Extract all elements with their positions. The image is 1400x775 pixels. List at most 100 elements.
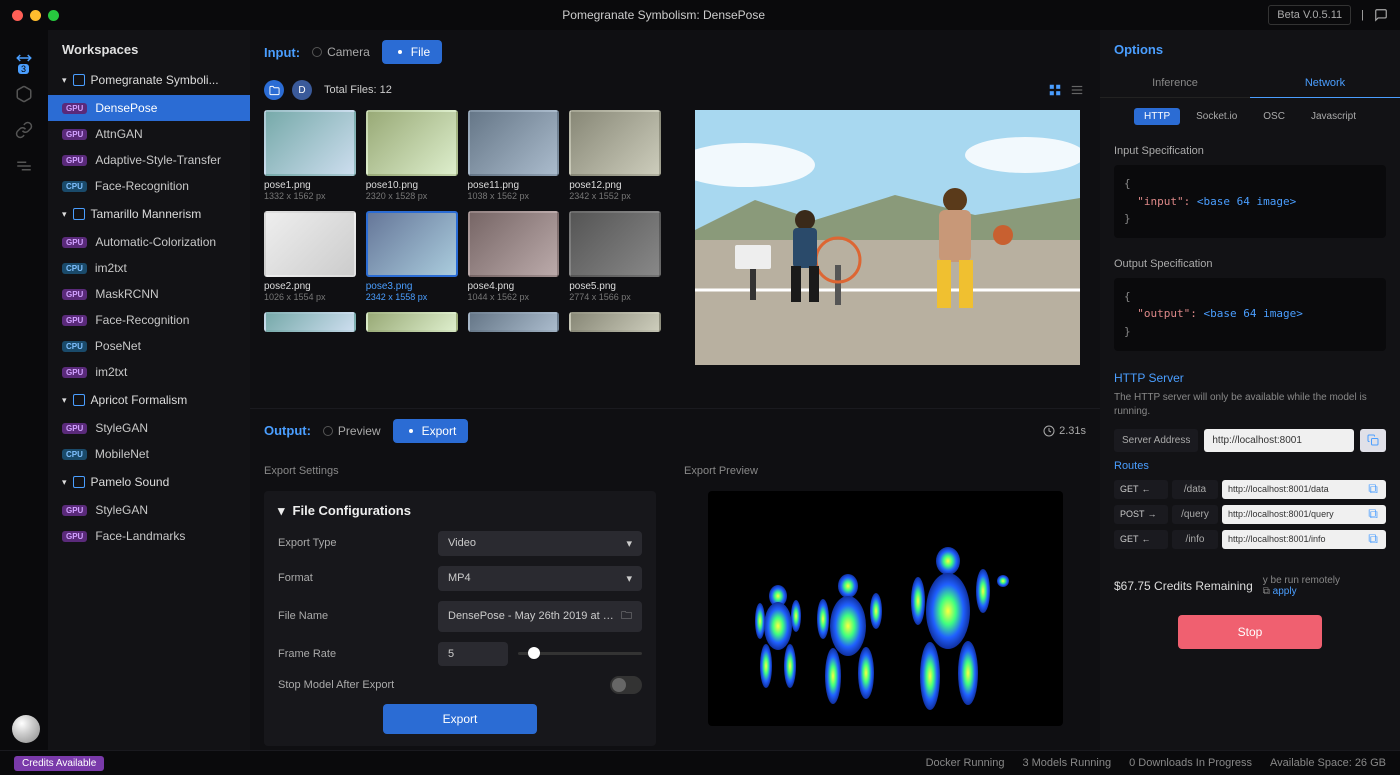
titlebar: Pomegranate Symbolism: DensePose Beta V.… — [0, 0, 1400, 30]
http-server-desc: The HTTP server will only be available w… — [1114, 391, 1386, 419]
workspace-icon — [73, 476, 85, 488]
model-row[interactable]: CPUim2txt — [48, 255, 250, 281]
file-item[interactable] — [366, 312, 458, 332]
file-name: pose10.png — [366, 180, 458, 191]
input-label: Input: — [264, 45, 300, 60]
copy-icon[interactable]: ⧉ — [1360, 481, 1386, 497]
file-item[interactable]: pose2.png1026 x 1554 px — [264, 211, 356, 302]
workspace-header[interactable]: ▾Pamelo Sound — [48, 467, 250, 497]
export-type-select[interactable]: Video▾ — [438, 531, 642, 556]
route-query-url[interactable] — [1222, 505, 1360, 523]
densepose-output — [708, 491, 1063, 726]
model-row[interactable]: GPUFace-Landmarks — [48, 523, 250, 549]
workspace-icon — [73, 208, 85, 220]
model-row[interactable]: CPUPoseNet — [48, 333, 250, 359]
export-button[interactable]: Export — [383, 704, 538, 734]
model-row[interactable]: GPUAttnGAN — [48, 121, 250, 147]
compute-badge: GPU — [62, 129, 87, 140]
model-row[interactable]: GPUAutomatic-Colorization — [48, 229, 250, 255]
input-file-option[interactable]: File — [382, 40, 442, 64]
route-data-url[interactable] — [1222, 480, 1360, 498]
version-button[interactable]: Beta V.0.5.11 — [1268, 5, 1351, 25]
format-select[interactable]: MP4▾ — [438, 566, 642, 591]
credits-pill[interactable]: Credits Available — [14, 756, 104, 771]
file-item[interactable] — [264, 312, 356, 332]
copy-icon[interactable]: ⧉ — [1360, 531, 1386, 547]
file-thumbnail — [264, 312, 356, 332]
minimize-window[interactable] — [30, 10, 41, 21]
model-row[interactable]: CPUMobileNet — [48, 441, 250, 467]
model-name: Face-Recognition — [95, 179, 189, 193]
export-settings-title: Export Settings — [264, 465, 656, 477]
model-row[interactable]: GPUDensePose — [48, 95, 250, 121]
nav-rail: 3 — [0, 30, 48, 750]
copy-icon[interactable]: ⧉ — [1360, 506, 1386, 522]
avatar[interactable] — [12, 715, 40, 743]
list-view-icon[interactable] — [1068, 81, 1086, 99]
file-dimensions: 2342 x 1552 px — [569, 191, 661, 201]
input-camera-option[interactable]: Camera — [312, 45, 370, 59]
model-name: Face-Recognition — [95, 313, 189, 327]
subtab-osc[interactable]: OSC — [1253, 108, 1295, 125]
stop-after-toggle[interactable] — [610, 676, 642, 694]
model-name: im2txt — [95, 261, 127, 275]
workspace-header[interactable]: ▾Pomegranate Symboli... — [48, 65, 250, 95]
filename-field[interactable]: DensePose - May 26th 2019 at …🗀 — [438, 601, 642, 632]
stop-button[interactable]: Stop — [1178, 615, 1323, 649]
file-item[interactable]: pose5.png2774 x 1566 px — [569, 211, 661, 302]
file-item[interactable]: pose10.png2320 x 1528 px — [366, 110, 458, 201]
chevron-down-icon: ▾ — [278, 503, 285, 519]
flow-icon[interactable] — [14, 156, 34, 176]
file-item[interactable]: pose3.png2342 x 1558 px — [366, 211, 458, 302]
compute-badge: GPU — [62, 505, 87, 516]
file-thumbnail — [264, 110, 356, 176]
file-item[interactable] — [468, 312, 560, 332]
file-config-header[interactable]: ▾File Configurations — [278, 503, 642, 519]
chat-icon[interactable] — [1374, 8, 1388, 22]
framerate-input[interactable] — [438, 642, 508, 666]
compute-badge: CPU — [62, 449, 87, 460]
input-spec-code: { "input": <base 64 image>} — [1114, 165, 1386, 238]
folder-icon[interactable] — [264, 80, 284, 100]
apply-link[interactable]: apply — [1273, 586, 1297, 597]
drive-icon[interactable]: D — [292, 80, 312, 100]
link-icon[interactable] — [14, 120, 34, 140]
file-item[interactable]: pose4.png1044 x 1562 px — [468, 211, 560, 302]
file-item[interactable]: pose12.png2342 x 1552 px — [569, 110, 661, 201]
model-row[interactable]: GPUAdaptive-Style-Transfer — [48, 147, 250, 173]
output-preview-option[interactable]: Preview — [323, 424, 381, 438]
total-files: Total Files: 12 — [324, 84, 392, 96]
cube-icon[interactable] — [14, 84, 34, 104]
model-row[interactable]: GPUMaskRCNN — [48, 281, 250, 307]
framerate-slider[interactable] — [518, 652, 642, 655]
export-preview-panel: Export Preview — [670, 453, 1100, 751]
maximize-window[interactable] — [48, 10, 59, 21]
file-thumbnail — [366, 312, 458, 332]
model-row[interactable]: CPUFace-Recognition — [48, 173, 250, 199]
route-info-url[interactable] — [1222, 530, 1360, 548]
model-row[interactable]: GPUim2txt — [48, 359, 250, 385]
server-address-input[interactable] — [1204, 429, 1354, 452]
tab-inference[interactable]: Inference — [1100, 69, 1250, 98]
close-window[interactable] — [12, 10, 23, 21]
tab-network[interactable]: Network — [1250, 69, 1400, 98]
subtab-socket[interactable]: Socket.io — [1186, 108, 1247, 125]
compute-badge: GPU — [62, 315, 87, 326]
copy-address-button[interactable] — [1360, 429, 1386, 452]
file-item[interactable] — [569, 312, 661, 332]
output-export-option[interactable]: Export — [393, 419, 469, 443]
file-item[interactable]: pose11.png1038 x 1562 px — [468, 110, 560, 201]
subtab-http[interactable]: HTTP — [1134, 108, 1180, 125]
workspace-header[interactable]: ▾Tamarillo Mannerism — [48, 199, 250, 229]
model-row[interactable]: GPUStyleGAN — [48, 497, 250, 523]
credits-remaining: $67.75 Credits Remaining — [1114, 579, 1253, 593]
model-row[interactable]: GPU Face-Recognition — [48, 307, 250, 333]
file-item[interactable]: pose1.png1332 x 1562 px — [264, 110, 356, 201]
workspace-header[interactable]: ▾Apricot Formalism — [48, 385, 250, 415]
subtab-js[interactable]: Javascript — [1301, 108, 1366, 125]
model-row[interactable]: GPUStyleGAN — [48, 415, 250, 441]
file-dimensions: 1332 x 1562 px — [264, 191, 356, 201]
grid-view-icon[interactable] — [1046, 81, 1064, 99]
swap-icon[interactable]: 3 — [14, 48, 34, 68]
chevron-down-icon: ▾ — [62, 209, 67, 220]
